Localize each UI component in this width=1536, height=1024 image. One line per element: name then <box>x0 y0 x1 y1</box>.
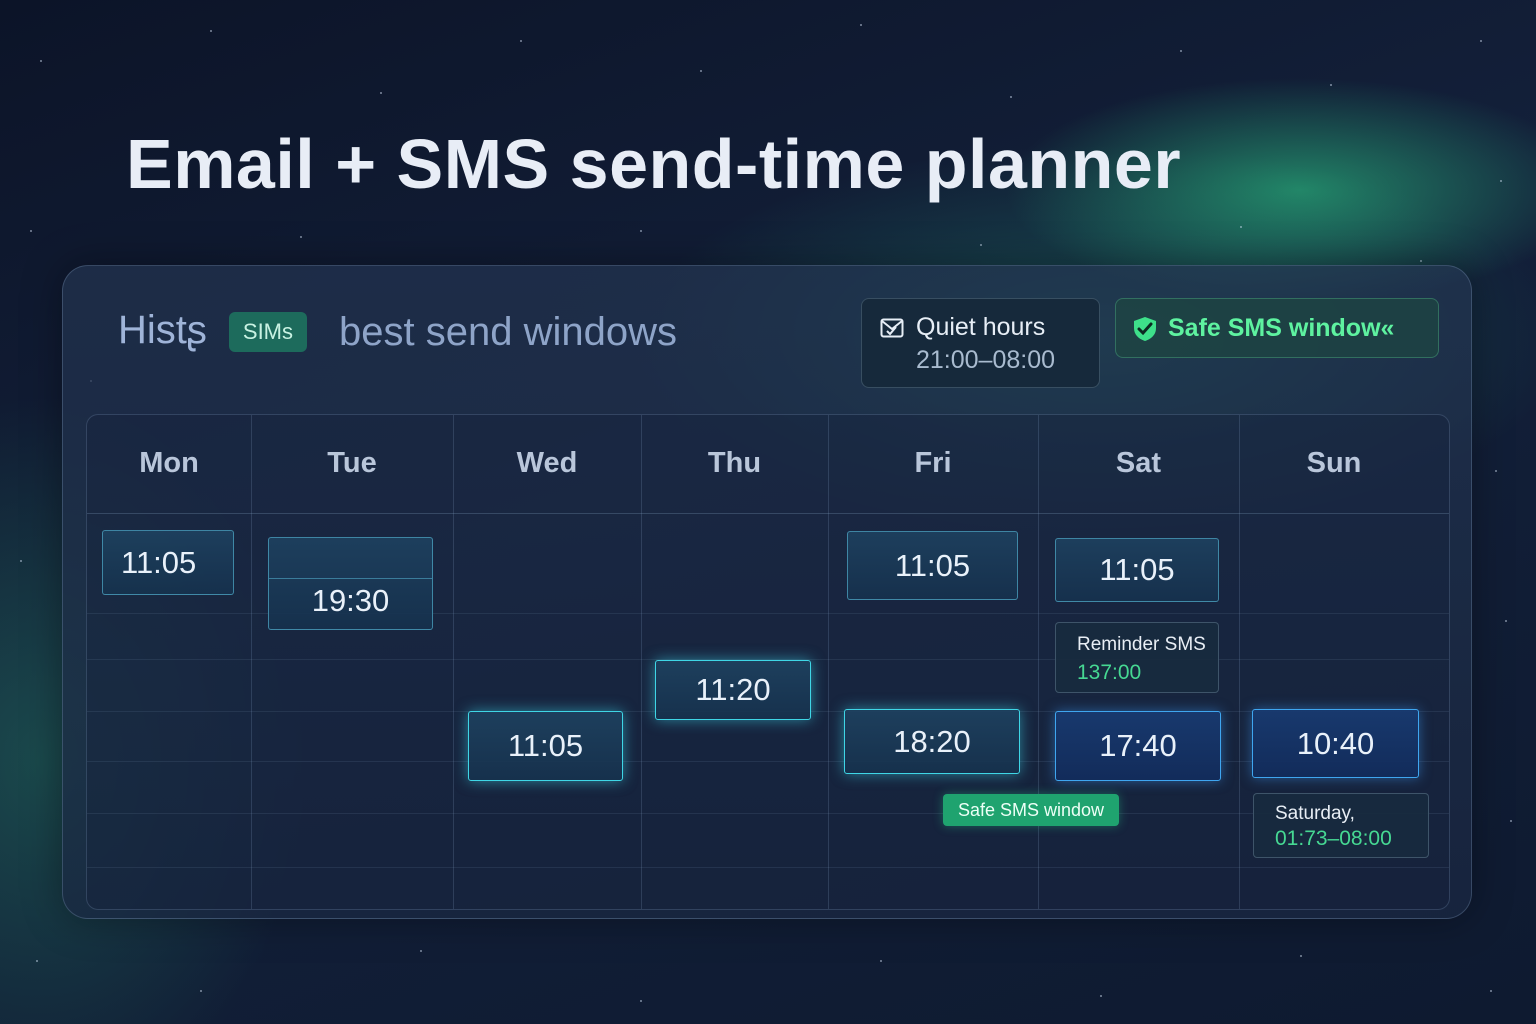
day-header-sat: Sat <box>1115 447 1162 479</box>
slot-tue-1930[interactable]: 19:30 <box>268 537 433 630</box>
slot-wed-1105[interactable]: 11:05 <box>468 711 623 781</box>
slot-tue-time: 19:30 <box>311 583 390 618</box>
day-header-sun: Sun <box>1306 447 1362 479</box>
day-header-mon: Mon <box>139 447 199 479</box>
reminder-sms-time: 137:00 <box>1077 661 1142 684</box>
envelope-check-icon <box>880 318 904 338</box>
safe-sms-window-label: Safe SMS window« <box>1168 314 1395 342</box>
saturday-window-note[interactable]: Saturday, 01:73–08:00 <box>1253 793 1429 858</box>
day-header-wed: Wed <box>516 447 578 479</box>
day-header-thu: Thu <box>707 447 762 479</box>
slot-fri-1105[interactable]: 11:05 <box>847 531 1018 600</box>
safe-sms-window-tag[interactable]: Safe SMS window <box>943 794 1119 826</box>
sms-badge[interactable]: SIMs <box>228 312 308 352</box>
reminder-sms-note[interactable]: Reminder SMS 137:00 <box>1055 622 1219 693</box>
reminder-sms-label: Reminder SMS <box>1077 634 1206 655</box>
quiet-hours-value: 21:00–08:00 <box>916 346 1056 374</box>
slot-sat-1105[interactable]: 11:05 <box>1055 538 1219 602</box>
slot-fri-1820[interactable]: 18:20 <box>844 709 1020 774</box>
panel-header: Histʂ SIMs best send windows <box>118 300 677 360</box>
saturday-label: Saturday, <box>1275 803 1355 824</box>
quiet-hours-chip[interactable]: Quiet hours 21:00–08:00 <box>861 298 1100 388</box>
slot-sun-1040[interactable]: 10:40 <box>1252 709 1419 778</box>
saturday-window-time: 01:73–08:00 <box>1275 827 1392 850</box>
day-header-fri: Fri <box>914 447 952 479</box>
page-title: Email + SMS send-time planner <box>126 125 1182 203</box>
day-header-tue: Tue <box>327 447 377 479</box>
slot-divider <box>269 578 432 579</box>
safe-sms-window-chip[interactable]: Safe SMS window« <box>1115 298 1439 358</box>
shield-check-icon <box>1134 317 1156 341</box>
quiet-hours-label: Quiet hours <box>916 313 1046 341</box>
hist-label: Histʂ <box>118 307 207 352</box>
slot-thu-1120[interactable]: 11:20 <box>655 660 811 720</box>
slot-mon-1105[interactable]: 11:05 <box>102 530 234 595</box>
panel-subtitle: best send windows <box>339 309 677 354</box>
slot-sat-1740[interactable]: 17:40 <box>1055 711 1221 781</box>
